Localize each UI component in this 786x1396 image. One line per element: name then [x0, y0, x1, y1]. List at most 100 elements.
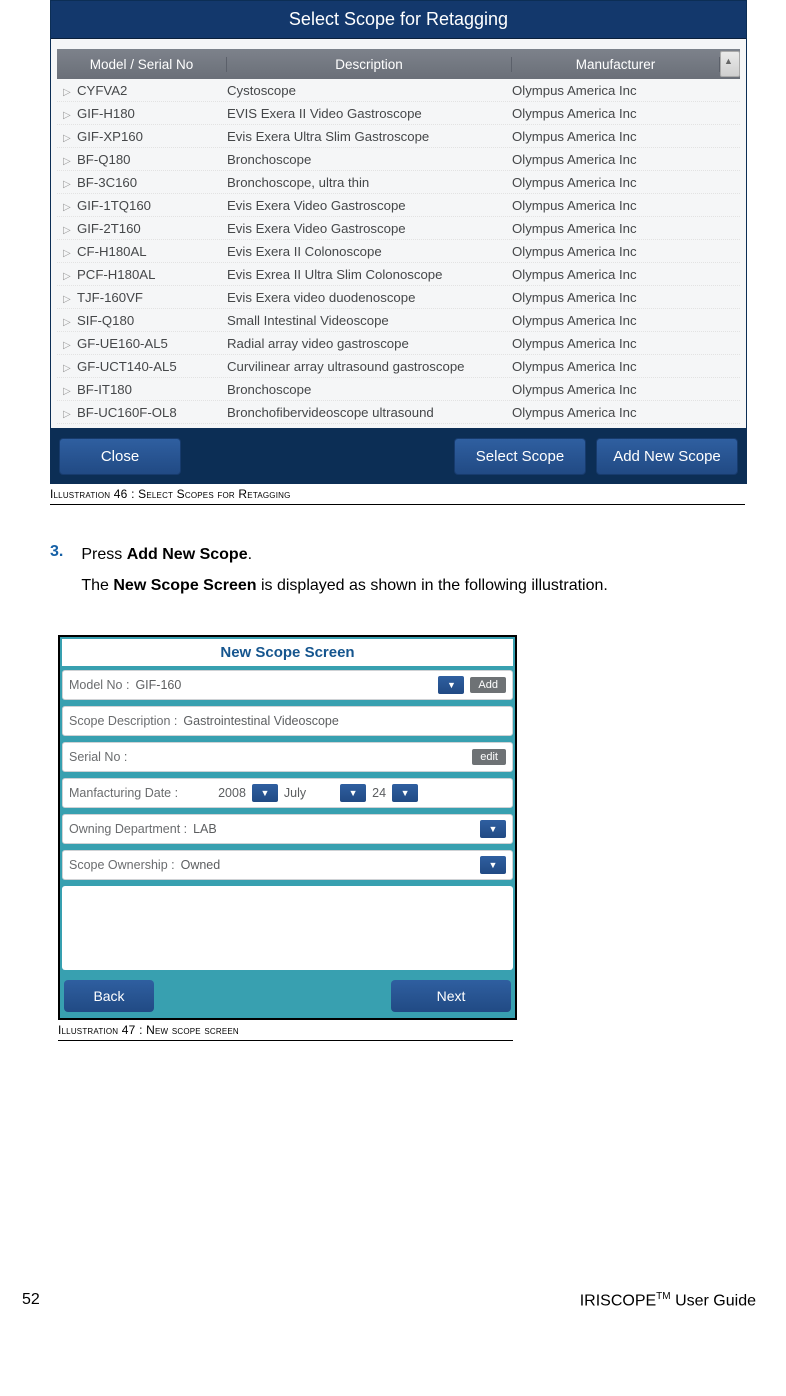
model-cell: CF-H180AL	[77, 244, 147, 259]
model-cell: GIF-1TQ160	[77, 198, 151, 213]
table-row[interactable]: ▷BF-3C160Bronchoscope, ultra thinOlympus…	[57, 171, 740, 194]
table-row[interactable]: ▷GF-UCT140-AL5Curvilinear array ultrasou…	[57, 355, 740, 378]
page-number: 52	[22, 1291, 40, 1310]
manufacturer-cell: Olympus America Inc	[512, 290, 720, 305]
table-row[interactable]: ▷GIF-1TQ160Evis Exera Video GastroscopeO…	[57, 194, 740, 217]
step-line2b: New Scope Screen	[113, 577, 256, 594]
table-row[interactable]: ▷CYFVA2CystoscopeOlympus America Inc	[57, 79, 740, 102]
manufacturer-cell: Olympus America Inc	[512, 244, 720, 259]
manufacturer-cell: Olympus America Inc	[512, 175, 720, 190]
serial-no-label: Serial No :	[69, 750, 127, 764]
scope-description-field: Scope Description : Gastrointestinal Vid…	[62, 706, 513, 736]
scope-description-label: Scope Description :	[69, 714, 177, 728]
table-row[interactable]: ▷GIF-XP160Evis Exera Ultra Slim Gastrosc…	[57, 125, 740, 148]
manufacturer-cell: Olympus America Inc	[512, 405, 720, 420]
next-button[interactable]: Next	[391, 980, 511, 1012]
model-no-value: GIF-160	[135, 678, 181, 692]
expand-icon[interactable]: ▷	[63, 340, 77, 351]
expand-icon[interactable]: ▷	[63, 225, 77, 236]
description-cell: EVIS Exera II Video Gastroscope	[227, 106, 512, 121]
serial-no-field: Serial No : edit	[62, 742, 513, 772]
expand-icon[interactable]: ▷	[63, 87, 77, 98]
add-new-scope-button[interactable]: Add New Scope	[596, 438, 738, 475]
expand-icon[interactable]: ▷	[63, 133, 77, 144]
illustration-46-caption: Illustration 46 : Select Scopes for Reta…	[50, 484, 745, 505]
col-header-model[interactable]: Model / Serial No	[57, 57, 227, 72]
mfg-year-dropdown[interactable]: ▼	[252, 784, 278, 802]
mfg-year-value: 2008	[218, 786, 246, 800]
manufacturer-cell: Olympus America Inc	[512, 359, 720, 374]
table-row[interactable]: ▷GIF-H180 EVIS Exera II Video Gastroscope…	[57, 102, 740, 125]
table-row[interactable]: ▷GF-UE160-AL5Radial array video gastrosc…	[57, 332, 740, 355]
back-button[interactable]: Back	[64, 980, 154, 1012]
manufacturer-cell: Olympus America Inc	[512, 382, 720, 397]
step-text: Press	[81, 546, 126, 563]
table-row[interactable]: ▷BF-IT180BronchoscopeOlympus America Inc	[57, 378, 740, 401]
mfg-month-dropdown[interactable]: ▼	[340, 784, 366, 802]
model-cell: CYFVA2	[77, 83, 127, 98]
expand-icon[interactable]: ▷	[63, 202, 77, 213]
manufacturing-date-field: Manfacturing Date : 2008 ▼ July ▼ 24 ▼	[62, 778, 513, 808]
description-cell: Evis Exera Video Gastroscope	[227, 221, 512, 236]
manufacturer-cell: Olympus America Inc	[512, 83, 720, 98]
model-cell: TJF-160VF	[77, 290, 143, 305]
add-button[interactable]: Add	[470, 677, 506, 693]
close-button[interactable]: Close	[59, 438, 181, 475]
ownership-value: Owned	[181, 858, 221, 872]
table-row[interactable]: ▷SIF-Q180Small Intestinal VideoscopeOlym…	[57, 309, 740, 332]
step-line2a: The	[81, 577, 113, 594]
table-row[interactable]: ▷PCF-H180ALEvis Exrea II Ultra Slim Colo…	[57, 263, 740, 286]
model-cell: GIF-2T160	[77, 221, 141, 236]
model-no-field: Model No : GIF-160 ▼ Add	[62, 670, 513, 700]
model-cell: GIF-H180	[77, 106, 135, 121]
model-cell: PCF-H180AL	[77, 267, 155, 282]
description-cell: Bronchoscope	[227, 382, 512, 397]
expand-icon[interactable]: ▷	[63, 179, 77, 190]
scope-description-value: Gastrointestinal Videoscope	[183, 714, 338, 728]
table-row[interactable]: ▷BF-UC160F-OL8 Bronchofibervideoscope ult…	[57, 401, 740, 424]
manufacturer-cell: Olympus America Inc	[512, 267, 720, 282]
expand-icon[interactable]: ▷	[63, 363, 77, 374]
table-row[interactable]: ▷TJF-160VF Evis Exera video duodenoscopeO…	[57, 286, 740, 309]
description-cell: Evis Exera Ultra Slim Gastroscope	[227, 129, 512, 144]
expand-icon[interactable]: ▷	[63, 156, 77, 167]
model-cell: BF-Q180	[77, 152, 131, 167]
table-row[interactable]: ▷CF-H180ALEvis Exera II ColonoscopeOlymp…	[57, 240, 740, 263]
expand-icon[interactable]: ▷	[63, 248, 77, 259]
col-header-mfr[interactable]: Manufacturer	[512, 57, 720, 72]
mfg-month-value: July	[284, 786, 306, 800]
model-cell: SIF-Q180	[77, 313, 134, 328]
dept-dropdown[interactable]: ▼	[480, 820, 506, 838]
dialog-title: Select Scope for Retagging	[51, 1, 746, 39]
model-no-dropdown[interactable]: ▼	[438, 676, 464, 694]
select-scope-button[interactable]: Select Scope	[454, 438, 586, 475]
manufacturer-cell: Olympus America Inc	[512, 129, 720, 144]
description-cell: Bronchofibervideoscope ultrasound	[227, 405, 512, 420]
scrollbar-up-icon[interactable]	[720, 51, 740, 77]
illustration-47-caption: Illustration 47 : New scope screen	[58, 1020, 513, 1041]
ownership-dropdown[interactable]: ▼	[480, 856, 506, 874]
table-header: Model / Serial No Description Manufactur…	[57, 49, 740, 79]
expand-icon[interactable]: ▷	[63, 386, 77, 397]
model-no-label: Model No :	[69, 678, 129, 692]
model-cell: GF-UE160-AL5	[77, 336, 168, 351]
instruction-step: 3. Press Add New Scope. The New Scope Sc…	[50, 543, 756, 599]
col-header-desc[interactable]: Description	[227, 57, 512, 72]
new-scope-title: New Scope Screen	[62, 639, 513, 666]
edit-button[interactable]: edit	[472, 749, 506, 765]
dept-label: Owning Department :	[69, 822, 187, 836]
expand-icon[interactable]: ▷	[63, 110, 77, 121]
expand-icon[interactable]: ▷	[63, 317, 77, 328]
mfg-day-dropdown[interactable]: ▼	[392, 784, 418, 802]
expand-icon[interactable]: ▷	[63, 294, 77, 305]
table-row[interactable]: ▷BF-Q180BronchoscopeOlympus America Inc	[57, 148, 740, 171]
expand-icon[interactable]: ▷	[63, 409, 77, 420]
description-cell: Evis Exera video duodenoscope	[227, 290, 512, 305]
model-cell: BF-UC160F-OL8	[77, 405, 177, 420]
table-row[interactable]: ▷GIF-2T160Evis Exera Video GastroscopeOl…	[57, 217, 740, 240]
manufacturer-cell: Olympus America Inc	[512, 152, 720, 167]
description-cell: Evis Exera Video Gastroscope	[227, 198, 512, 213]
expand-icon[interactable]: ▷	[63, 271, 77, 282]
manufacturer-cell: Olympus America Inc	[512, 336, 720, 351]
scope-ownership-field: Scope Ownership : Owned ▼	[62, 850, 513, 880]
